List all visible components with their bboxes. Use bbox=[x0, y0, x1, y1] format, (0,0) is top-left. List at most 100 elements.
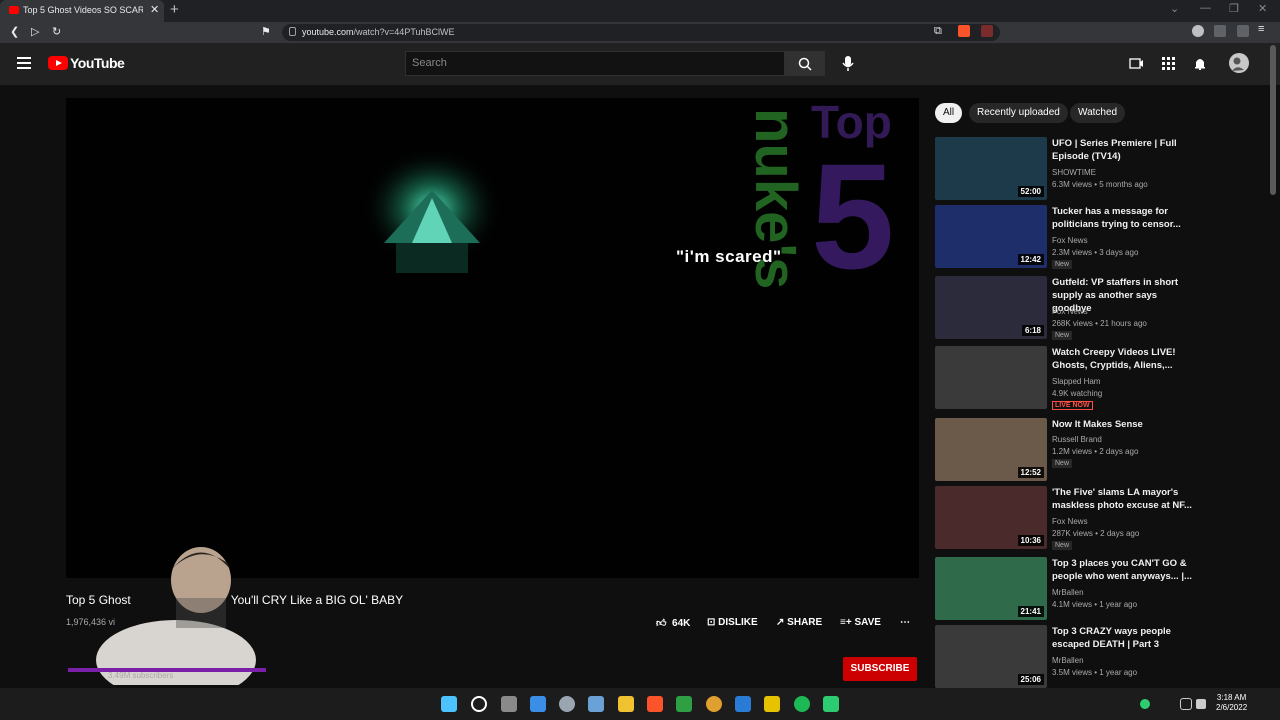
recommendation-item[interactable]: 12:52 Now It Makes Sense Russell Brand 1.2M… bbox=[935, 418, 1195, 482]
recommendation-channel[interactable]: Fox News bbox=[1052, 307, 1088, 316]
recommendation-meta: 4.9K watching bbox=[1052, 389, 1103, 398]
address-bar[interactable]: youtube.com/watch?v=44PTuhBClWE bbox=[282, 24, 1000, 41]
reload-icon[interactable]: ↻ bbox=[52, 25, 61, 38]
recommendation-title[interactable]: Watch Creepy Videos LIVE! Ghosts, Crypti… bbox=[1052, 346, 1195, 372]
subscribe-button[interactable]: SUBSCRIBE bbox=[843, 657, 917, 681]
recommendation-item[interactable]: 21:41 Top 3 places you CAN'T GO & people … bbox=[935, 557, 1195, 621]
browser-tab-strip: Top 5 Ghost Videos SO SCARY ✕ + ⌄ — ❐ ✕ bbox=[0, 0, 1280, 22]
minimize-icon[interactable]: — bbox=[1200, 2, 1211, 14]
apps-icon[interactable] bbox=[1161, 56, 1175, 70]
network-icon[interactable] bbox=[1180, 698, 1192, 710]
vscode-icon[interactable] bbox=[735, 696, 751, 712]
wallet-icon[interactable] bbox=[1237, 25, 1249, 37]
file-explorer-icon[interactable] bbox=[618, 696, 634, 712]
recommendation-meta: 287K views • 2 days ago bbox=[1052, 529, 1140, 538]
microphone-icon[interactable] bbox=[838, 53, 858, 73]
recommendation-item[interactable]: Watch Creepy Videos LIVE! Ghosts, Crypti… bbox=[935, 346, 1195, 410]
guide-menu-icon[interactable] bbox=[17, 57, 31, 69]
recommendation-item[interactable]: 52:00 UFO | Series Premiere | Full Episod… bbox=[935, 137, 1195, 201]
chip-recently-uploaded[interactable]: Recently uploaded bbox=[969, 103, 1068, 123]
recommendation-title[interactable]: Now It Makes Sense bbox=[1052, 418, 1195, 431]
more-actions-icon[interactable]: ⋯ bbox=[900, 617, 910, 628]
recommendation-item[interactable]: 12:42 Tucker has a message for politician… bbox=[935, 205, 1195, 269]
task-view-icon[interactable] bbox=[501, 696, 517, 712]
discord-like-icon[interactable] bbox=[823, 696, 839, 712]
recommendation-channel[interactable]: Russell Brand bbox=[1052, 435, 1102, 444]
app-icon[interactable] bbox=[706, 696, 722, 712]
brave-browser-icon[interactable] bbox=[647, 696, 663, 712]
video-thumbnail[interactable]: 52:00 bbox=[935, 137, 1047, 200]
new-tab-icon[interactable]: + bbox=[170, 1, 179, 18]
close-tab-icon[interactable]: ✕ bbox=[150, 3, 159, 16]
search-button[interactable] bbox=[785, 51, 825, 76]
xbox-icon[interactable] bbox=[676, 696, 692, 712]
like-button[interactable]: 👍︎ 64K bbox=[656, 617, 690, 629]
norton-icon[interactable] bbox=[764, 696, 780, 712]
recommendation-title[interactable]: Tucker has a message for politicians try… bbox=[1052, 205, 1195, 231]
extensions-icon[interactable] bbox=[1192, 25, 1204, 37]
recommendation-title[interactable]: Top 3 places you CAN'T GO & people who w… bbox=[1052, 557, 1195, 583]
recommendation-title[interactable]: Top 3 CRAZY ways people escaped DEATH | … bbox=[1052, 625, 1195, 651]
dislike-button[interactable]: ⊡ DISLIKE bbox=[707, 617, 758, 628]
video-thumbnail[interactable]: 12:52 bbox=[935, 418, 1047, 481]
browser-toolbar: ❮ ▷ ↻ ⚑ youtube.com/watch?v=44PTuhBClWE … bbox=[0, 22, 1280, 43]
taskbar-clock[interactable]: 3:18 AM 2/6/2022 bbox=[1216, 693, 1247, 713]
reading-list-icon[interactable] bbox=[1214, 25, 1226, 37]
search-input[interactable]: Search bbox=[405, 51, 785, 76]
dislike-label: DISLIKE bbox=[718, 617, 758, 628]
recommendation-item[interactable]: 10:36 'The Five' slams LA mayor's maskles… bbox=[935, 486, 1195, 550]
back-icon[interactable]: ❮ bbox=[10, 25, 19, 38]
brave-rewards-icon[interactable] bbox=[981, 25, 993, 37]
create-video-icon[interactable] bbox=[1129, 56, 1143, 70]
chip-all[interactable]: All bbox=[935, 103, 963, 123]
menu-icon[interactable]: ≡ bbox=[1258, 23, 1270, 35]
close-window-icon[interactable]: ✕ bbox=[1258, 2, 1267, 15]
streaming-app-icon[interactable] bbox=[794, 696, 810, 712]
settings-gear-icon[interactable] bbox=[559, 696, 575, 712]
avatar[interactable] bbox=[1228, 52, 1250, 74]
widgets-icon[interactable] bbox=[530, 696, 546, 712]
chip-watched[interactable]: Watched bbox=[1070, 103, 1126, 123]
thumbs-down-icon: ⊡ bbox=[707, 617, 716, 628]
video-thumbnail[interactable] bbox=[935, 346, 1047, 409]
video-thumbnail[interactable]: 21:41 bbox=[935, 557, 1047, 620]
clock-time: 3:18 AM bbox=[1216, 693, 1247, 702]
video-thumbnail[interactable]: 25:06 bbox=[935, 625, 1047, 688]
video-player[interactable]: nuke's Top 5 bbox=[66, 98, 919, 578]
browser-tab-active[interactable]: Top 5 Ghost Videos SO SCARY ✕ bbox=[0, 0, 164, 22]
search-taskbar-icon[interactable] bbox=[471, 696, 487, 712]
tab-title: Top 5 Ghost Videos SO SCARY bbox=[23, 5, 143, 15]
tray-status-icon[interactable] bbox=[1140, 699, 1150, 709]
recommendation-item[interactable]: 25:06 Top 3 CRAZY ways people escaped DEA… bbox=[935, 625, 1195, 689]
notifications-bell-icon[interactable] bbox=[1193, 56, 1207, 70]
recommendation-item[interactable]: 6:18 Gutfeld: VP staffers in short supply… bbox=[935, 276, 1195, 340]
video-thumbnail[interactable]: 6:18 bbox=[935, 276, 1047, 339]
recommendation-title[interactable]: UFO | Series Premiere | Full Episode (TV… bbox=[1052, 137, 1195, 163]
share-button[interactable]: ↗ SHARE bbox=[776, 617, 822, 628]
photos-icon[interactable] bbox=[588, 696, 604, 712]
recommendation-meta: 4.1M views • 1 year ago bbox=[1052, 600, 1138, 609]
recommendation-channel[interactable]: Fox News bbox=[1052, 236, 1088, 245]
save-button[interactable]: ≡+ SAVE bbox=[840, 617, 881, 628]
svg-text:5: 5 bbox=[811, 132, 894, 300]
video-thumbnail[interactable]: 10:36 bbox=[935, 486, 1047, 549]
volume-icon[interactable] bbox=[1196, 699, 1206, 709]
chevron-down-icon[interactable]: ⌄ bbox=[1170, 2, 1179, 15]
restore-icon[interactable]: ❐ bbox=[1229, 2, 1239, 15]
open-in-app-icon[interactable]: ⧉ bbox=[934, 25, 942, 38]
brave-shield-icon[interactable] bbox=[958, 25, 970, 37]
recommendation-channel[interactable]: SHOWTIME bbox=[1052, 168, 1096, 177]
video-thumbnail[interactable]: 12:42 bbox=[935, 205, 1047, 268]
scrollbar[interactable] bbox=[1270, 45, 1276, 195]
recommendation-channel[interactable]: MrBallen bbox=[1052, 588, 1084, 597]
bookmark-icon[interactable]: ⚑ bbox=[261, 25, 271, 38]
start-icon[interactable] bbox=[441, 696, 457, 712]
recommendation-title[interactable]: 'The Five' slams LA mayor's maskless pho… bbox=[1052, 486, 1195, 512]
recommendation-channel[interactable]: Slapped Ham bbox=[1052, 377, 1100, 386]
recommendation-meta: 2.3M views • 3 days ago bbox=[1052, 248, 1139, 257]
recommendation-channel[interactable]: MrBallen bbox=[1052, 656, 1084, 665]
forward-icon[interactable]: ▷ bbox=[31, 25, 39, 38]
recommendation-channel[interactable]: Fox News bbox=[1052, 517, 1088, 526]
youtube-logo-text[interactable]: YouTube bbox=[70, 55, 125, 71]
youtube-logo-icon[interactable] bbox=[48, 56, 68, 70]
